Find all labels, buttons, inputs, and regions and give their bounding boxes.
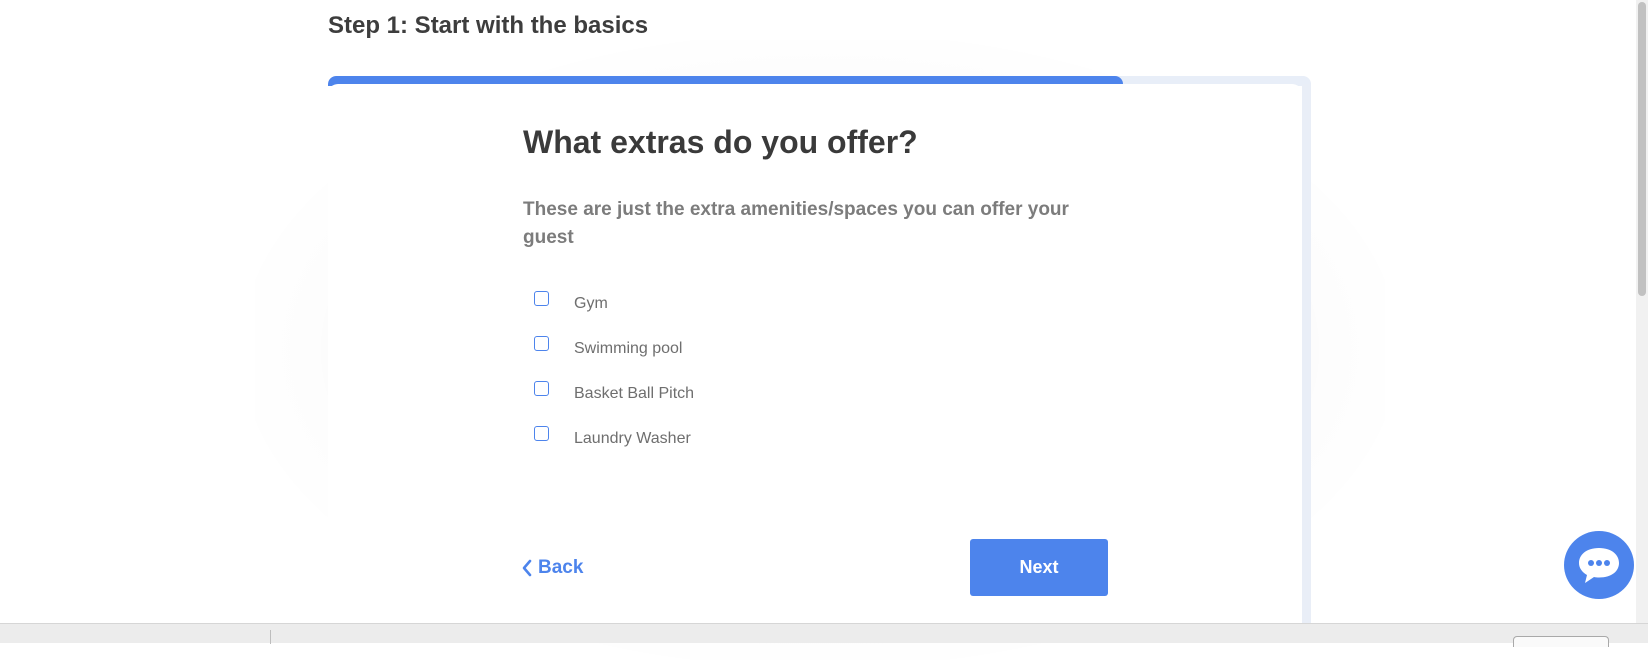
bottom-tab[interactable]: [1513, 636, 1609, 647]
step-title: Step 1: Start with the basics: [328, 12, 649, 39]
question-title: What extras do you offer?: [523, 124, 918, 160]
option-label: Gym: [574, 295, 608, 312]
option-label: Basket Ball Pitch: [574, 385, 695, 402]
option-basket-ball-pitch[interactable]: Basket Ball Pitch: [534, 378, 834, 408]
back-button[interactable]: Back: [522, 556, 583, 580]
chat-bubble-icon: [1564, 548, 1634, 603]
basket-ball-pitch-checkbox[interactable]: [534, 381, 549, 396]
card-edge: [1302, 84, 1311, 624]
chat-widget-button[interactable]: [1564, 531, 1634, 599]
vertical-scrollbar[interactable]: [1636, 0, 1648, 623]
divider: [270, 630, 271, 644]
option-label: Swimming pool: [574, 340, 683, 357]
option-gym[interactable]: Gym: [534, 288, 834, 318]
option-laundry-washer[interactable]: Laundry Washer: [534, 423, 834, 453]
bottom-bar: [0, 623, 1648, 647]
back-label: Back: [538, 557, 584, 578]
option-label: Laundry Washer: [574, 430, 691, 447]
laundry-washer-checkbox[interactable]: [534, 426, 549, 441]
chevron-left-icon: [522, 559, 532, 577]
option-swimming-pool[interactable]: Swimming pool: [534, 333, 834, 363]
swimming-pool-checkbox[interactable]: [534, 336, 549, 351]
gym-checkbox[interactable]: [534, 291, 549, 306]
scrollbar-thumb[interactable]: [1638, 2, 1646, 296]
next-button[interactable]: Next: [970, 539, 1108, 596]
question-subtitle: These are just the extra amenities/space…: [523, 199, 1069, 248]
